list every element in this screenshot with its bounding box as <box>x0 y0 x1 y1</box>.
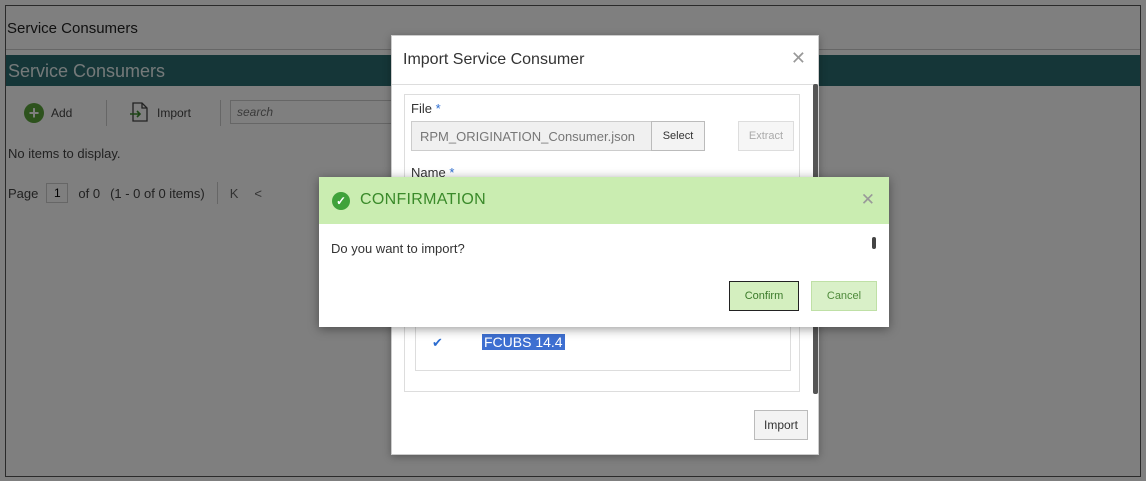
confirmation-header: ✓ CONFIRMATION ✕ <box>319 177 889 224</box>
close-icon[interactable]: ✕ <box>861 190 875 210</box>
cancel-button[interactable]: Cancel <box>811 281 877 311</box>
confirmation-scrollbar[interactable] <box>872 237 876 249</box>
confirmation-title: CONFIRMATION <box>360 191 486 208</box>
confirm-button[interactable]: Confirm <box>729 281 799 311</box>
confirmation-dialog: ✓ CONFIRMATION ✕ Do you want to import? … <box>319 177 889 327</box>
check-circle-icon: ✓ <box>332 192 350 210</box>
confirmation-message: Do you want to import? <box>331 241 465 256</box>
